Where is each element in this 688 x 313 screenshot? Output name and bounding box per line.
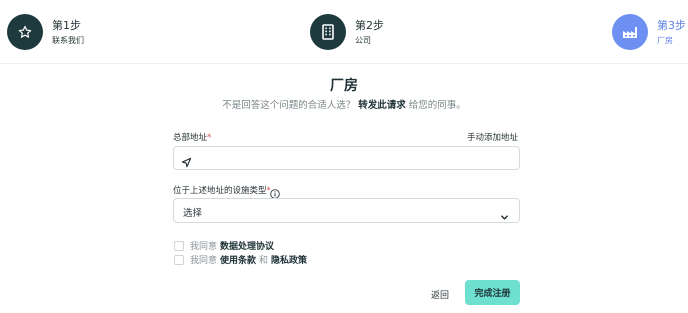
agreement-prefix: 我同意 (190, 242, 218, 252)
facility-type-label: 位于上述地址的设施类型* (173, 184, 271, 196)
step-1-title: 第1步 (52, 18, 81, 32)
terms-of-use-link[interactable]: 使用条款 (220, 253, 256, 266)
manual-add-address-link[interactable]: 手动添加地址 (467, 131, 518, 143)
building-icon (310, 14, 346, 50)
subtitle-prefix: 不是回答这个问题的合适人选？ (222, 100, 356, 111)
step-3[interactable]: 第3步 厂房 (612, 14, 686, 50)
step-1-subtitle: 联系我们 (52, 35, 84, 45)
factory-icon (612, 14, 648, 50)
facility-type-label-text: 位于上述地址的设施类型 (173, 186, 267, 196)
hq-address-input[interactable] (196, 149, 514, 167)
step-1[interactable]: 第1步 联系我们 (7, 14, 84, 50)
page-title: 厂房 (330, 78, 358, 94)
facility-type-select[interactable]: 选择 (173, 198, 520, 223)
agreement-data-processing: 我同意 数据处理协议 (174, 239, 274, 252)
agreement-conjunction: 和 (259, 256, 269, 266)
registration-stepper: 第1步 联系我们 第2步 公司 第3步 厂房 (0, 0, 688, 64)
forward-request-text: 不是回答这个问题的合适人选？ 转发此请求 给您的同事。 (0, 97, 688, 111)
agreement-prefix: 我同意 (190, 256, 218, 266)
required-mark: * (207, 133, 212, 143)
hq-address-label: 总部地址* (173, 131, 211, 143)
step-3-subtitle: 厂房 (657, 35, 673, 45)
navigation-arrow-icon (181, 153, 192, 172)
hq-address-label-text: 总部地址 (173, 133, 208, 143)
back-button[interactable]: 返回 (431, 288, 449, 301)
hq-address-field[interactable] (173, 146, 520, 170)
data-processing-checkbox[interactable] (174, 240, 184, 251)
agreement-terms-privacy: 我同意 使用条款 和 隐私政策 (174, 253, 307, 266)
terms-privacy-checkbox[interactable] (174, 254, 184, 265)
facility-type-selected-value: 选择 (183, 208, 203, 219)
forward-request-link[interactable]: 转发此请求 (358, 100, 406, 111)
chevron-down-icon (500, 207, 509, 226)
step-2-title: 第2步 (355, 18, 384, 32)
complete-registration-button[interactable]: 完成注册 (465, 280, 520, 305)
subtitle-suffix: 给您的同事。 (408, 100, 466, 111)
star-icon (7, 14, 43, 50)
data-processing-agreement-link[interactable]: 数据处理协议 (220, 239, 274, 252)
step-2[interactable]: 第2步 公司 (310, 14, 384, 50)
step-3-title: 第3步 (657, 18, 686, 32)
step-2-subtitle: 公司 (355, 35, 371, 45)
privacy-policy-link[interactable]: 隐私政策 (271, 253, 307, 266)
